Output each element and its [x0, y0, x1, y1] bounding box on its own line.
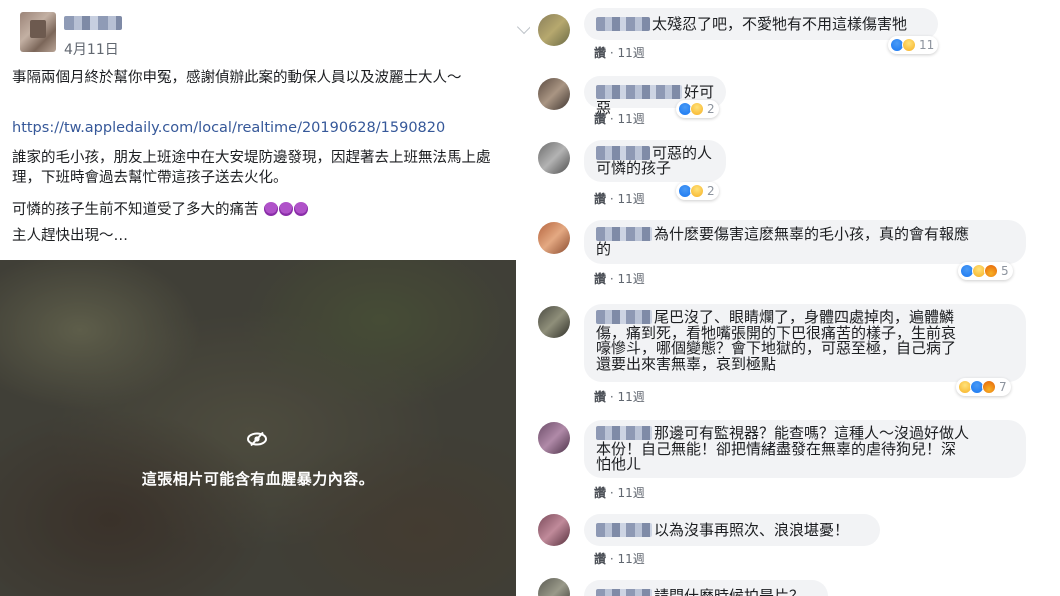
- comment-text-line-2: 本份！自己無能！卻把情緒盡發在無辜的虐待狗兒！深: [596, 439, 957, 458]
- commenter-name-blurred[interactable]: [596, 17, 650, 31]
- comment-meta: 讚 · 11週: [594, 112, 645, 126]
- comment-bubble: 請問什麼時候拍是片？: [584, 580, 828, 596]
- chevron-down-icon[interactable]: [516, 19, 532, 35]
- reactions-summary[interactable]: 5: [958, 262, 1013, 280]
- comment-text: 請問什麼時候拍是片？: [654, 587, 805, 596]
- comment-meta: 讚 · 11週: [594, 552, 645, 566]
- commenter-name-blurred[interactable]: [596, 146, 650, 160]
- comment-meta: 讚 · 11週: [594, 46, 645, 60]
- comment-meta: 讚 · 11週: [594, 486, 645, 500]
- commenter-name-blurred[interactable]: [596, 227, 652, 241]
- avatar[interactable]: [538, 14, 570, 46]
- author-name-blurred[interactable]: [64, 16, 122, 30]
- comment-time[interactable]: 11週: [617, 112, 644, 126]
- comment-time[interactable]: 11週: [617, 390, 644, 404]
- avatar[interactable]: [538, 422, 570, 454]
- reactions-summary[interactable]: 2: [676, 100, 719, 118]
- comment-meta: 讚 · 11週: [594, 272, 645, 286]
- reaction-count: 5: [1001, 264, 1009, 278]
- like-link[interactable]: 讚: [594, 46, 606, 60]
- post-paragraph-2: 誰家的毛小孩，朋友上班途中在大安堤防邊發現，因趕著去上班無法馬上處理，下班時會過…: [12, 150, 491, 186]
- avatar[interactable]: [538, 578, 570, 596]
- post-date[interactable]: 4月11日: [64, 39, 119, 59]
- comment-time[interactable]: 11週: [617, 192, 644, 206]
- commenter-name-blurred[interactable]: [596, 589, 652, 596]
- angry-reaction-icon: [982, 380, 996, 394]
- post-header: 4月11日: [14, 8, 532, 59]
- comment-bubble: 尾巴沒了、眼睛爛了，身體四處掉肉，遍體鱗 傷，痛到死，看牠嘴張開的下巴很痛苦的樣…: [584, 304, 1026, 382]
- post-paragraph-1: 事隔兩個月終於幫你申冤，感謝偵辦此案的動保人員以及波麗士大人～: [12, 70, 462, 86]
- avatar[interactable]: [538, 306, 570, 338]
- comment-text: 以為沒事再照次、浪浪堪憂！: [654, 521, 850, 539]
- comment-time[interactable]: 11週: [617, 46, 644, 60]
- post-link[interactable]: https://tw.appledaily.com/local/realtime…: [12, 118, 512, 138]
- comments-list: 太殘忍了吧，不愛牠有不用這樣傷害牠 11 讚 · 11週 好可惡 2 讚 · 1…: [530, 0, 1060, 596]
- comment-text: 太殘忍了吧，不愛牠有不用這樣傷害牠: [652, 15, 908, 33]
- reaction-count: 11: [919, 38, 935, 52]
- comment-meta: 讚 · 11週: [594, 390, 645, 404]
- like-link[interactable]: 讚: [594, 552, 606, 566]
- comment-text-line-2: 可憐的孩子: [596, 159, 672, 177]
- comment-text-line-3: 怕他ㄦ: [596, 455, 642, 473]
- like-link[interactable]: 讚: [594, 486, 606, 500]
- sad-reaction-icon: [690, 102, 704, 116]
- comment-bubble: 可惡的人 可憐的孩子: [584, 140, 726, 182]
- comment-bubble: 那邊可有監視器？能查嗎？這種人～沒過好做人 本份！自己無能！卻把情緒盡發在無辜的…: [584, 420, 1026, 478]
- like-link[interactable]: 讚: [594, 112, 606, 126]
- commenter-name-blurred[interactable]: [596, 426, 652, 440]
- sad-emoji-icon: [294, 202, 309, 216]
- avatar[interactable]: [538, 78, 570, 110]
- commenter-name-blurred[interactable]: [596, 85, 682, 99]
- comment-text-line-4: 還要出來害無辜，哀到極點: [596, 354, 777, 373]
- post: 4月11日 事隔兩個月終於幫你申冤，感謝偵辦此案的動保人員以及波麗士大人～ ht…: [0, 0, 532, 596]
- comment-time[interactable]: 11週: [617, 552, 644, 566]
- author-avatar[interactable]: [20, 12, 56, 52]
- post-paragraph-3: 可憐的孩子生前不知道受了多大的痛苦: [12, 202, 259, 218]
- comment-bubble: 以為沒事再照次、浪浪堪憂！: [584, 514, 880, 546]
- photo-warning-text: 這張相片可能含有血腥暴力內容。: [141, 470, 375, 488]
- comment-meta: 讚 · 11週: [594, 192, 645, 206]
- reaction-count: 2: [707, 102, 715, 116]
- angry-reaction-icon: [984, 264, 998, 278]
- like-link[interactable]: 讚: [594, 192, 606, 206]
- post-photo-sensitive[interactable]: 這張相片可能含有血腥暴力內容。: [0, 260, 516, 596]
- sad-emoji-icon: [264, 202, 279, 216]
- eye-slash-icon: [247, 432, 267, 446]
- reactions-summary[interactable]: 11: [888, 36, 939, 54]
- post-paragraph-3-row: 可憐的孩子生前不知道受了多大的痛苦: [12, 200, 512, 220]
- post-paragraph-4: 主人趕快出現～…: [12, 228, 128, 244]
- commenter-name-blurred[interactable]: [596, 310, 652, 324]
- sad-emoji-icon: [279, 202, 294, 216]
- comment-time[interactable]: 11週: [617, 486, 644, 500]
- avatar[interactable]: [538, 222, 570, 254]
- avatar[interactable]: [538, 142, 570, 174]
- reaction-count: 2: [707, 184, 715, 198]
- commenter-name-blurred[interactable]: [596, 523, 652, 537]
- reactions-summary[interactable]: 2: [676, 182, 719, 200]
- like-link[interactable]: 讚: [594, 390, 606, 404]
- comment-bubble: 太殘忍了吧，不愛牠有不用這樣傷害牠: [584, 8, 938, 40]
- comment-text-line-2: 的: [596, 240, 612, 258]
- comment-time[interactable]: 11週: [617, 272, 644, 286]
- reaction-count: 7: [999, 380, 1007, 394]
- sad-reaction-icon: [902, 38, 916, 52]
- avatar[interactable]: [538, 514, 570, 546]
- comment-text: 為什麽要傷害這麽無辜的毛小孩，真的會有報應: [654, 225, 970, 243]
- comment-bubble: 為什麽要傷害這麽無辜的毛小孩，真的會有報應 的: [584, 220, 1026, 264]
- sad-reaction-icon: [690, 184, 704, 198]
- reactions-summary[interactable]: 7: [956, 378, 1011, 396]
- like-link[interactable]: 讚: [594, 272, 606, 286]
